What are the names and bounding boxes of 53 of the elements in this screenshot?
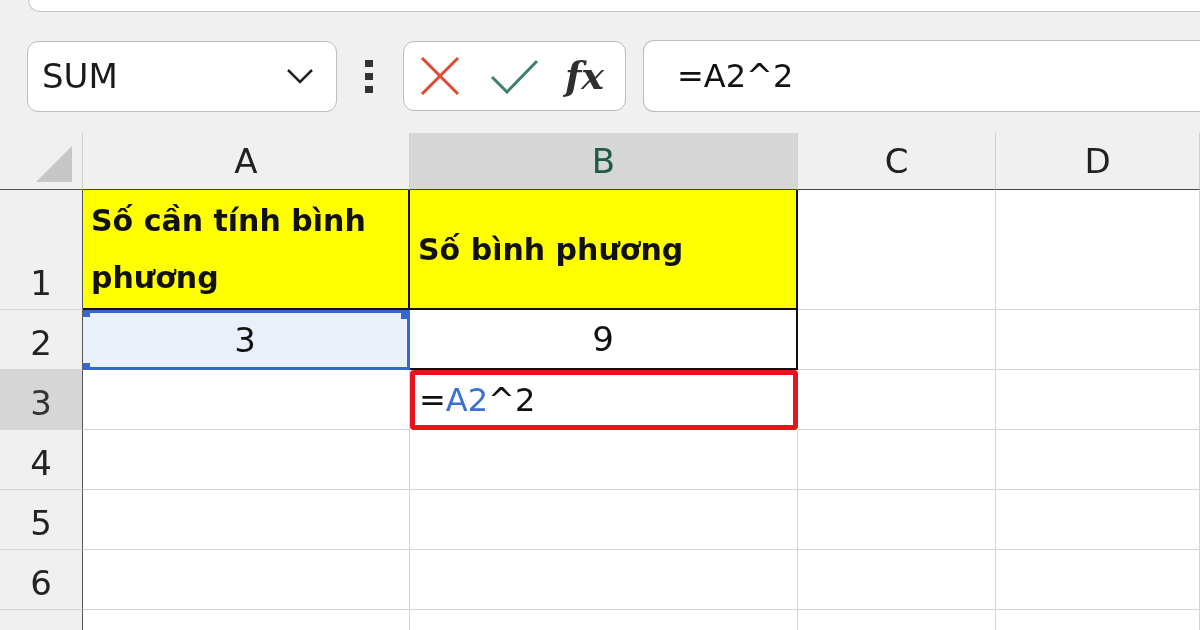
grid-cell[interactable]: Số cần tính bình phương bbox=[83, 190, 410, 310]
grid-cell[interactable] bbox=[410, 430, 798, 490]
grid-cell[interactable] bbox=[996, 370, 1200, 430]
grid-cell[interactable] bbox=[798, 190, 996, 310]
enter-button[interactable] bbox=[490, 58, 539, 94]
cancel-button[interactable] bbox=[420, 57, 460, 95]
grid-cell[interactable]: 9 bbox=[410, 310, 798, 370]
grid-cell[interactable] bbox=[83, 370, 410, 430]
cell-text: Số cần tính bình phương bbox=[91, 202, 367, 297]
grid-cell[interactable] bbox=[996, 430, 1200, 490]
grid-cell[interactable] bbox=[798, 310, 996, 370]
column-header[interactable]: C bbox=[798, 133, 996, 190]
cross-icon bbox=[420, 57, 460, 95]
grid-cell[interactable] bbox=[996, 490, 1200, 550]
corner-triangle-icon[interactable] bbox=[36, 146, 72, 182]
grid-cell[interactable] bbox=[798, 490, 996, 550]
checkmark-icon bbox=[490, 58, 539, 94]
grid-cell[interactable] bbox=[798, 430, 996, 490]
cell-text: 3 bbox=[234, 320, 256, 360]
selection-handle-icon[interactable] bbox=[83, 310, 90, 317]
grid-cell[interactable] bbox=[83, 550, 410, 610]
row-header[interactable]: 3 bbox=[0, 370, 83, 430]
grid-cell[interactable] bbox=[798, 550, 996, 610]
row-header[interactable]: 2 bbox=[0, 310, 83, 370]
row-header[interactable]: 6 bbox=[0, 550, 83, 610]
grid-cell[interactable] bbox=[410, 490, 798, 550]
name-box[interactable]: SUM bbox=[27, 40, 337, 112]
grid-cell[interactable] bbox=[996, 190, 1200, 310]
grid-cell[interactable] bbox=[996, 550, 1200, 610]
cell-editor[interactable]: =A2^2 bbox=[410, 370, 798, 430]
input-field[interactable] bbox=[28, 0, 1200, 12]
row-header[interactable]: 4 bbox=[0, 430, 83, 490]
grid-cell[interactable] bbox=[996, 310, 1200, 370]
row-header[interactable]: 1 bbox=[0, 190, 83, 310]
grid-cell[interactable] bbox=[83, 430, 410, 490]
grid-cell[interactable] bbox=[410, 550, 798, 610]
cell-text: 9 bbox=[592, 319, 614, 359]
grid-cell[interactable] bbox=[83, 490, 410, 550]
formula-text: =A2^2 bbox=[419, 380, 536, 420]
grid-cell[interactable]: Số bình phương bbox=[410, 190, 798, 310]
selection-handle-icon[interactable] bbox=[401, 310, 410, 319]
column-header[interactable]: A bbox=[83, 133, 410, 190]
insert-function-button[interactable]: fx bbox=[563, 51, 606, 101]
grid-cell[interactable] bbox=[798, 370, 996, 430]
column-header[interactable]: D bbox=[996, 133, 1200, 190]
row-header[interactable]: 5 bbox=[0, 490, 83, 550]
chevron-down-icon bbox=[286, 68, 314, 84]
column-header[interactable]: B bbox=[410, 133, 798, 190]
grid-cell[interactable]: 3 bbox=[83, 310, 410, 370]
selection-handle-icon[interactable] bbox=[83, 363, 90, 370]
formula-field[interactable]: =A2^2 bbox=[643, 40, 1200, 112]
cell-text: Số bình phương bbox=[418, 230, 684, 269]
vertical-dots-icon[interactable] bbox=[365, 59, 373, 93]
